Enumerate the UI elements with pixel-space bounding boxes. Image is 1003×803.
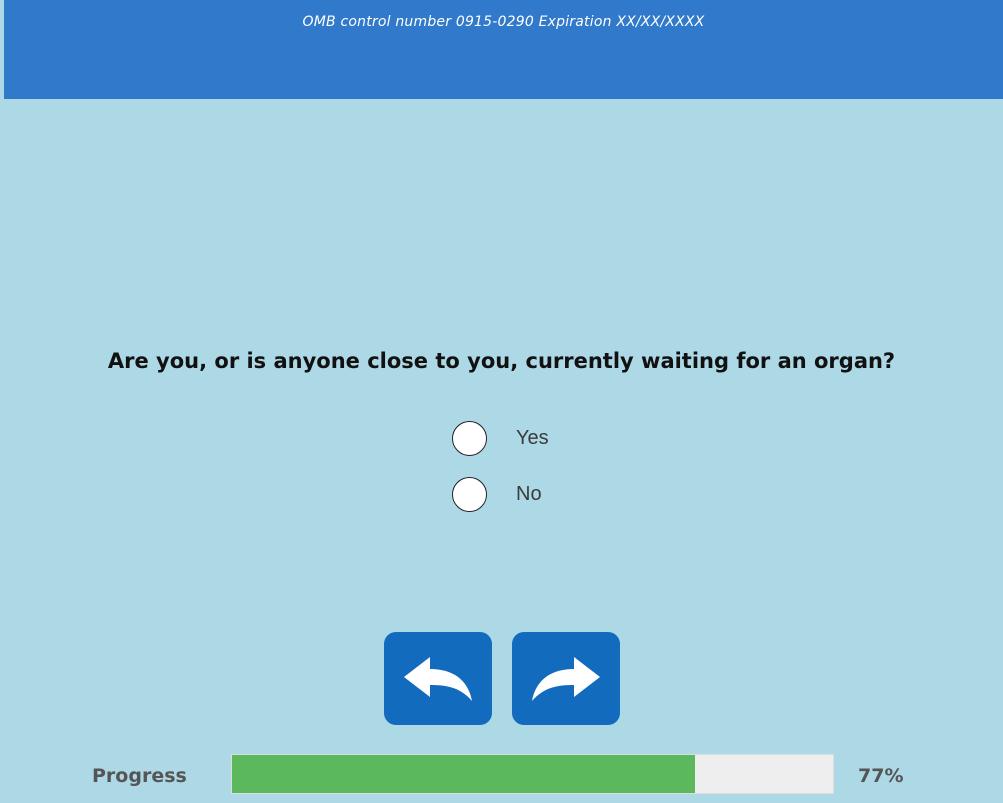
progress-bar-fill: [232, 755, 695, 793]
back-arrow-icon: [404, 656, 472, 701]
next-arrow-icon: [532, 656, 600, 701]
progress-label: Progress: [92, 765, 187, 787]
omb-control-text: OMB control number 0915-0290 Expiration …: [302, 14, 705, 30]
option-no[interactable]: No: [452, 475, 542, 513]
progress-bar: [231, 754, 834, 794]
progress-percent: 77%: [858, 765, 904, 787]
back-button[interactable]: [384, 632, 492, 725]
question-text: Are you, or is anyone close to you, curr…: [107, 349, 896, 373]
option-no-label[interactable]: No: [516, 483, 542, 506]
option-yes-label[interactable]: Yes: [516, 427, 549, 450]
radio-yes[interactable]: [452, 420, 487, 456]
next-button[interactable]: [512, 632, 620, 725]
radio-no[interactable]: [452, 476, 487, 512]
option-yes[interactable]: Yes: [452, 419, 549, 457]
header-bar: OMB control number 0915-0290 Expiration …: [4, 0, 1003, 99]
